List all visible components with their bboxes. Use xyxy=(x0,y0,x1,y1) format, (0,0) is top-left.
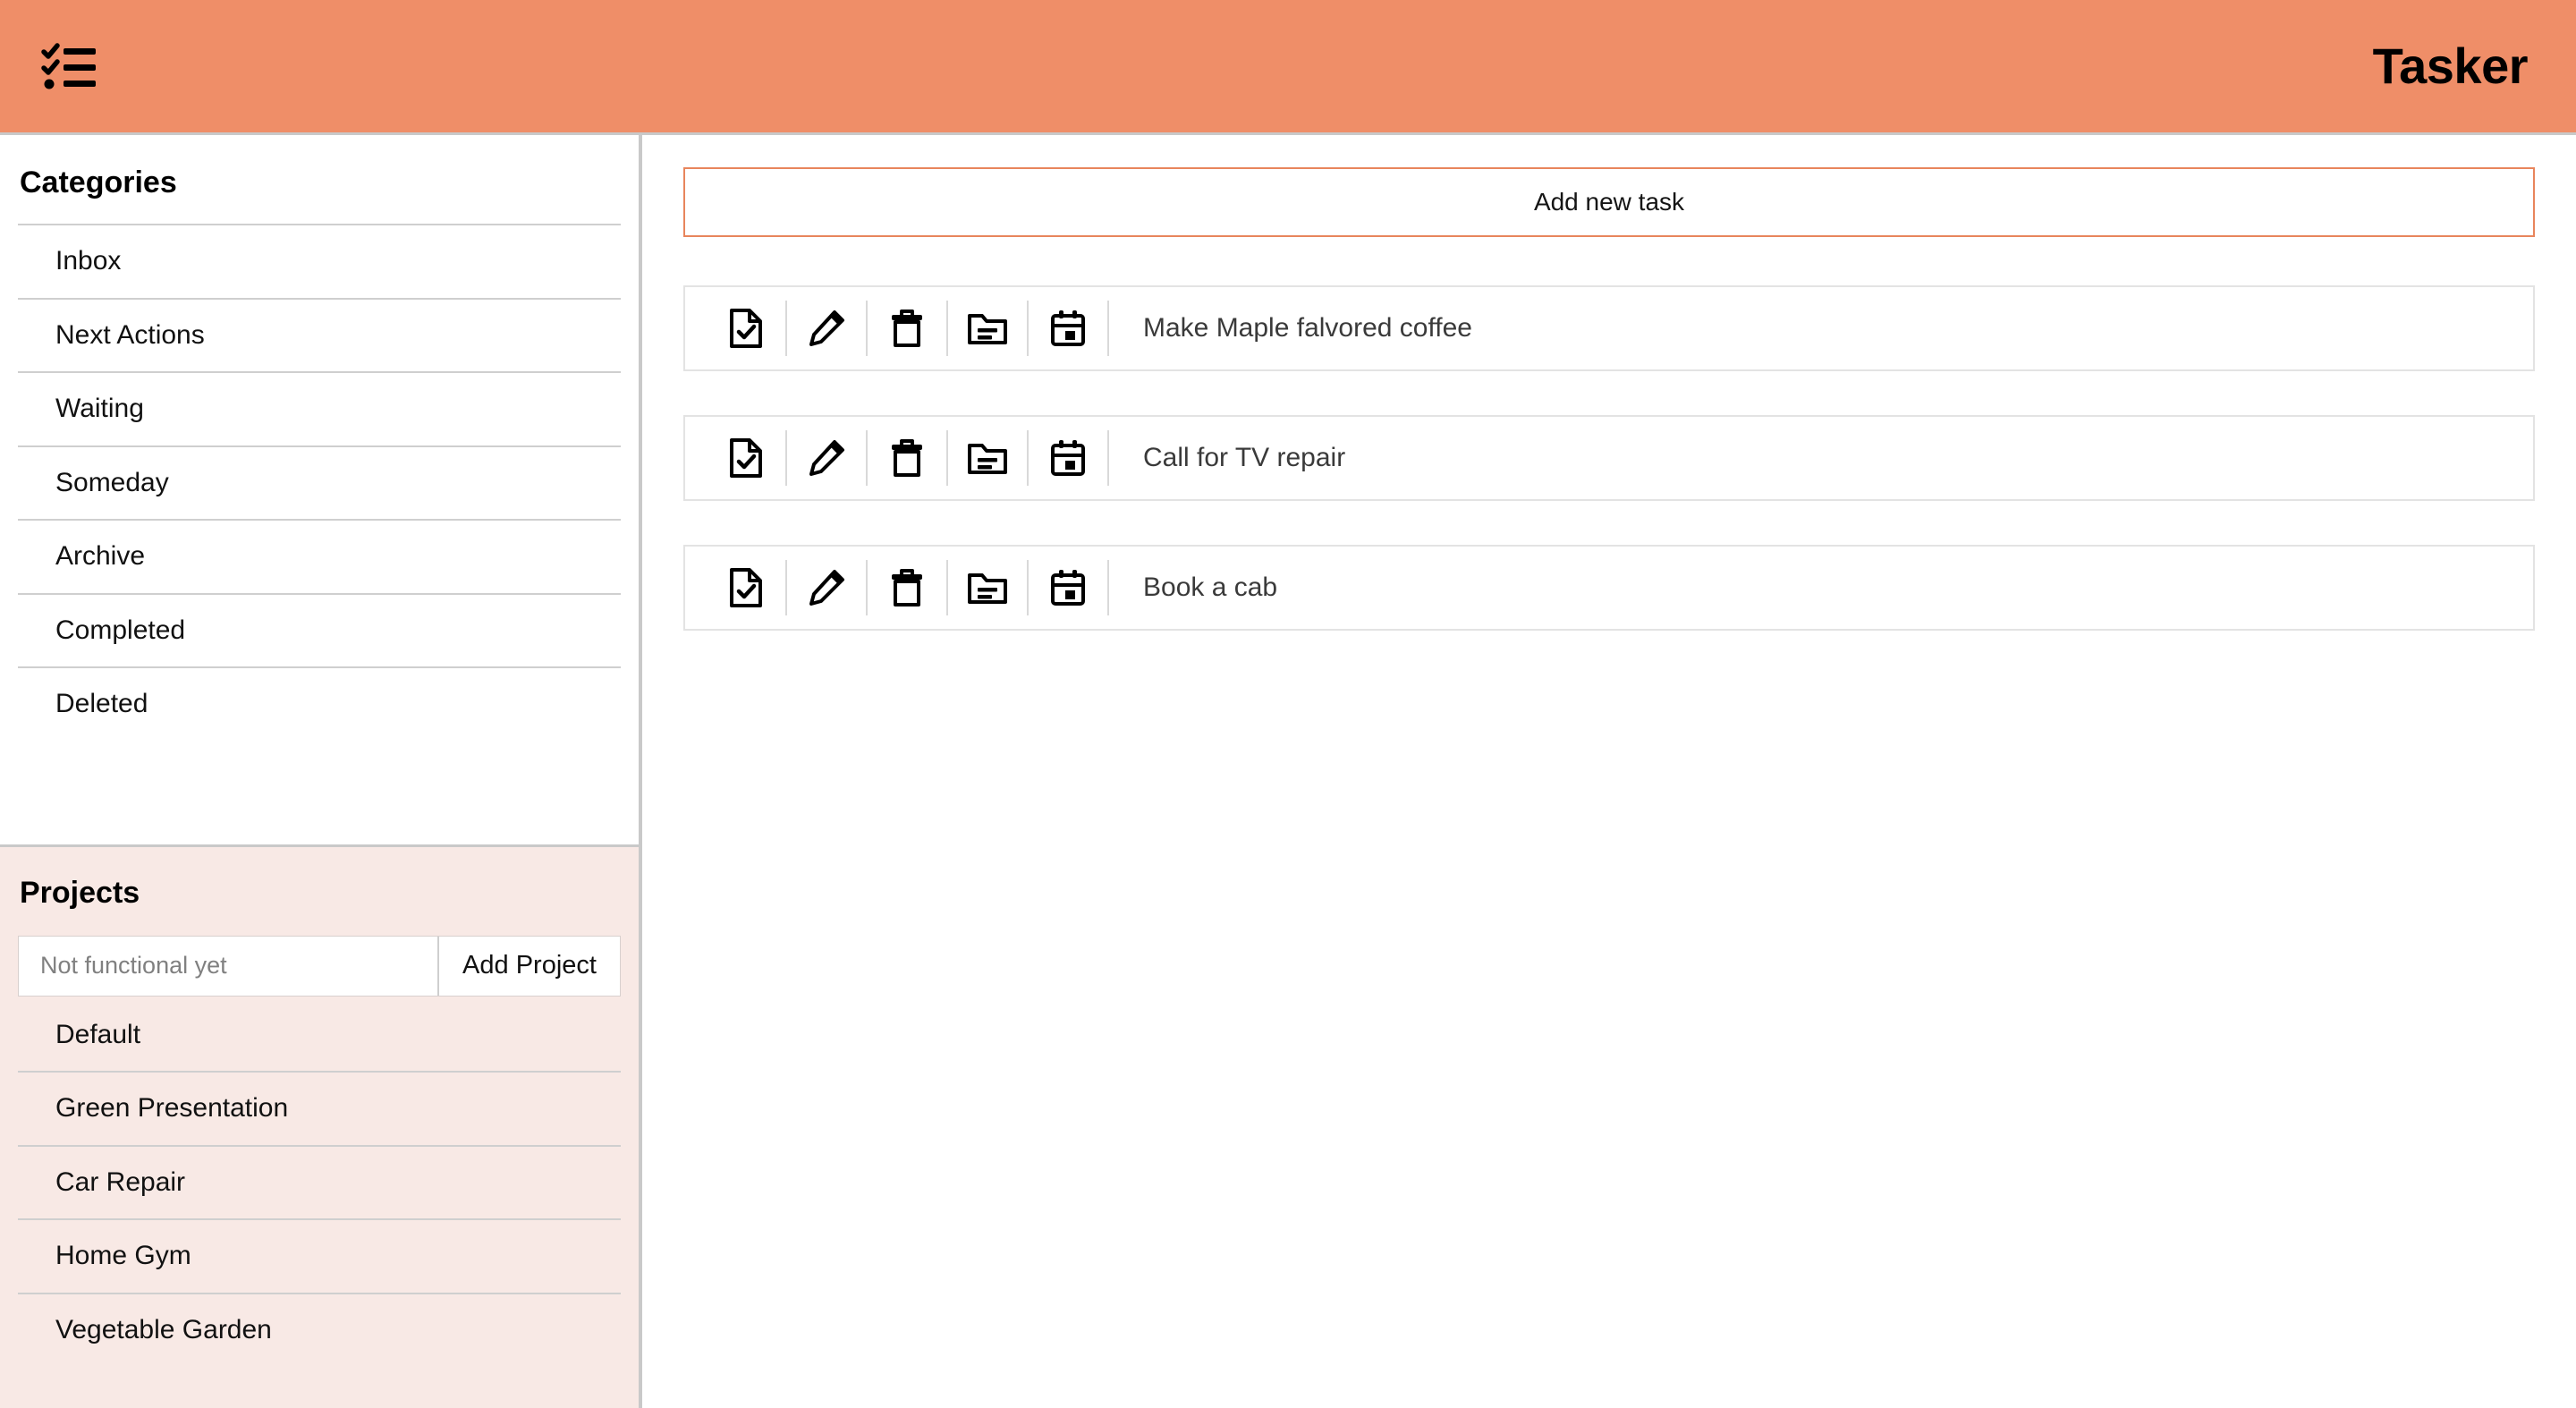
pencil-icon[interactable] xyxy=(787,430,868,486)
trash-icon[interactable] xyxy=(868,430,948,486)
task-actions xyxy=(685,287,1109,369)
categories-heading: Categories xyxy=(20,165,177,199)
task-actions xyxy=(685,547,1109,629)
sidebar-item-completed[interactable]: Completed xyxy=(18,592,621,667)
sidebar-item-label: Inbox xyxy=(55,246,122,276)
task-title: Book a cab xyxy=(1143,572,1278,602)
project-add-row: Add Project xyxy=(18,935,621,997)
task-actions xyxy=(685,417,1109,499)
trash-icon[interactable] xyxy=(868,301,948,356)
app-header: Tasker xyxy=(0,0,2576,135)
categories-spacer xyxy=(0,741,639,844)
app-body: Categories Inbox Next Actions Waiting So… xyxy=(0,135,2576,1408)
folder-open-icon[interactable] xyxy=(948,430,1029,486)
sidebar-item-label: Someday xyxy=(55,467,169,497)
project-item-label: Green Presentation xyxy=(55,1093,289,1123)
projects-tail xyxy=(0,1366,639,1408)
project-item-label: Car Repair xyxy=(55,1166,186,1197)
document-check-icon[interactable] xyxy=(707,430,787,486)
table-row[interactable]: Make Maple falvored coffee xyxy=(683,285,2535,371)
categories-panel: Categories Inbox Next Actions Waiting So… xyxy=(0,135,639,844)
sidebar-item-inbox[interactable]: Inbox xyxy=(18,224,621,298)
main-content: Add new task Make Maple falvored coffee … xyxy=(642,135,2576,1408)
project-name-input[interactable] xyxy=(19,936,437,996)
trash-icon[interactable] xyxy=(868,560,948,615)
project-item-green-presentation[interactable]: Green Presentation xyxy=(18,1071,621,1145)
sidebar-item-someday[interactable]: Someday xyxy=(18,445,621,520)
sidebar-item-deleted[interactable]: Deleted xyxy=(18,666,621,741)
projects-panel: Projects Add Project Default Green Prese… xyxy=(0,844,639,1408)
task-title: Make Maple falvored coffee xyxy=(1143,312,1472,343)
folder-open-icon[interactable] xyxy=(948,301,1029,356)
project-item-label: Default xyxy=(55,1019,141,1049)
pencil-icon[interactable] xyxy=(787,560,868,615)
table-row[interactable]: Call for TV repair xyxy=(683,415,2535,501)
sidebar-item-archive[interactable]: Archive xyxy=(18,519,621,593)
document-check-icon[interactable] xyxy=(707,301,787,356)
project-item-label: Home Gym xyxy=(55,1241,191,1270)
task-title: Call for TV repair xyxy=(1143,442,1346,472)
app-title: Tasker xyxy=(2372,38,2529,94)
sidebar-item-next-actions[interactable]: Next Actions xyxy=(18,297,621,372)
sidebar-item-label: Deleted xyxy=(55,689,148,718)
sidebar-item-label: Archive xyxy=(55,541,146,571)
tasker-app: Tasker Categories Inbox Next Actions Wai… xyxy=(0,0,2576,1408)
checklist-icon[interactable] xyxy=(41,40,97,92)
project-item-home-gym[interactable]: Home Gym xyxy=(18,1218,621,1293)
add-new-task-button[interactable]: Add new task xyxy=(683,167,2535,237)
folder-open-icon[interactable] xyxy=(948,560,1029,615)
project-item-label: Vegetable Garden xyxy=(55,1314,272,1344)
calendar-icon[interactable] xyxy=(1029,560,1109,615)
add-project-button[interactable]: Add Project xyxy=(437,936,620,996)
projects-list: Default Green Presentation Car Repair Ho… xyxy=(0,997,639,1367)
project-item-car-repair[interactable]: Car Repair xyxy=(18,1144,621,1219)
sidebar-item-label: Completed xyxy=(55,615,186,645)
project-item-default[interactable]: Default xyxy=(18,997,621,1072)
sidebar: Categories Inbox Next Actions Waiting So… xyxy=(0,135,642,1408)
calendar-icon[interactable] xyxy=(1029,301,1109,356)
sidebar-item-label: Waiting xyxy=(55,394,144,423)
document-check-icon[interactable] xyxy=(707,560,787,615)
table-row[interactable]: Book a cab xyxy=(683,545,2535,631)
project-item-vegetable-garden[interactable]: Vegetable Garden xyxy=(18,1292,621,1367)
sidebar-item-waiting[interactable]: Waiting xyxy=(18,371,621,445)
task-list: Make Maple falvored coffee Call for TV r… xyxy=(683,285,2535,631)
sidebar-item-label: Next Actions xyxy=(55,319,205,350)
projects-heading: Projects xyxy=(20,875,140,910)
calendar-icon[interactable] xyxy=(1029,430,1109,486)
pencil-icon[interactable] xyxy=(787,301,868,356)
categories-list: Inbox Next Actions Waiting Someday Archi… xyxy=(0,224,639,741)
